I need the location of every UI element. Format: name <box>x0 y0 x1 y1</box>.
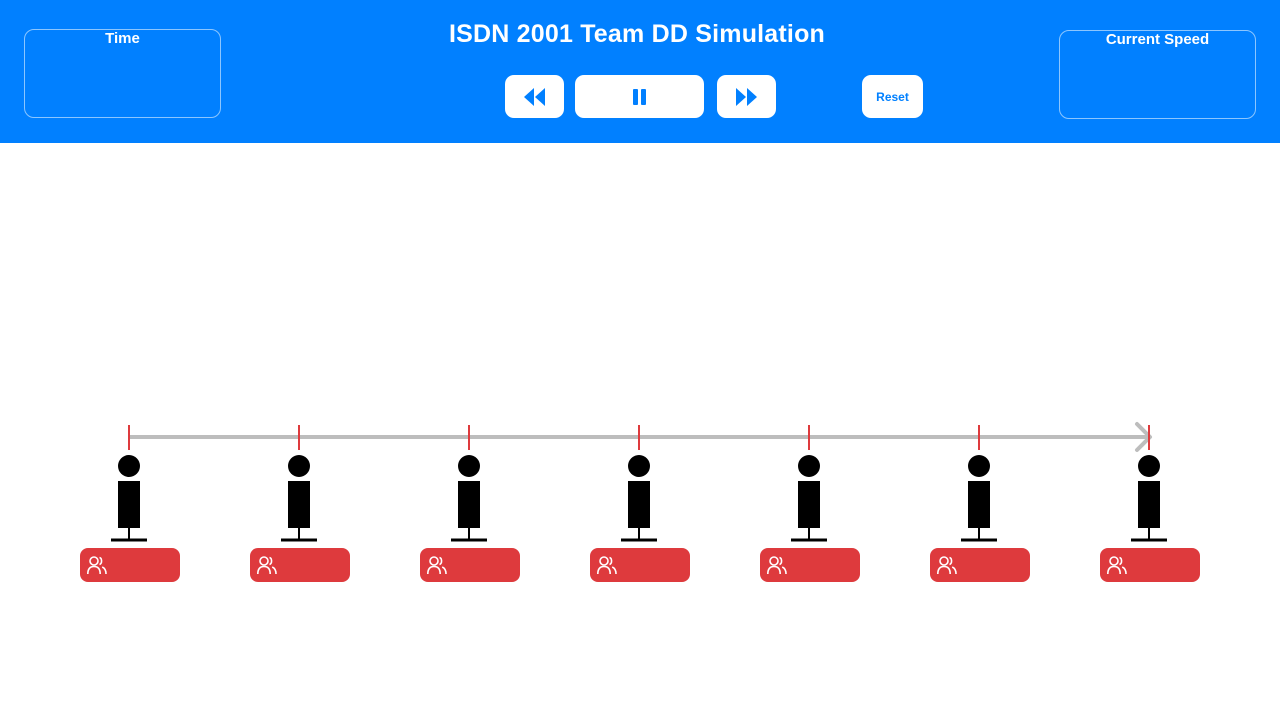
users-icon <box>937 556 957 575</box>
person-figure-icon <box>111 455 147 542</box>
station-badge[interactable] <box>80 548 180 582</box>
rewind-button[interactable] <box>505 75 564 118</box>
station-badge[interactable] <box>250 548 350 582</box>
person-figure-icon <box>791 455 827 542</box>
station-badge[interactable] <box>420 548 520 582</box>
fast-forward-button[interactable] <box>717 75 776 118</box>
pause-icon <box>632 88 646 105</box>
speed-panel: Current Speed <box>1059 30 1256 119</box>
header-bar: Time ISDN 2001 Team DD Simulation Reset … <box>0 0 1280 143</box>
rewind-icon <box>523 87 545 106</box>
users-icon <box>1107 556 1127 575</box>
station-badge[interactable] <box>930 548 1030 582</box>
speed-label: Current Speed <box>1105 31 1210 48</box>
person-figure-icon <box>281 455 317 542</box>
users-icon <box>87 556 107 575</box>
users-icon <box>257 556 277 575</box>
station-badge[interactable] <box>760 548 860 582</box>
users-icon <box>427 556 447 575</box>
reset-button[interactable]: Reset <box>862 75 923 118</box>
users-icon <box>767 556 787 575</box>
person-figure-icon <box>1131 455 1167 542</box>
person-figure-icon <box>961 455 997 542</box>
pause-button[interactable] <box>575 75 704 118</box>
fast-forward-icon <box>735 87 757 106</box>
person-figure-icon <box>621 455 657 542</box>
simulation-stage <box>0 143 1280 720</box>
track-svg <box>111 422 1167 542</box>
station-badge[interactable] <box>1100 548 1200 582</box>
person-figure-icon <box>451 455 487 542</box>
users-icon <box>597 556 617 575</box>
station-badge[interactable] <box>590 548 690 582</box>
